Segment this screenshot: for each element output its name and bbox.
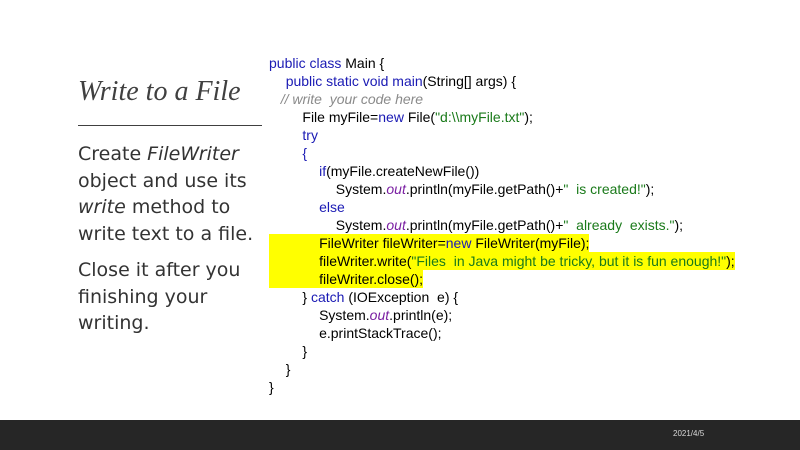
code-token: "d:\\myFile.txt" [435, 109, 525, 125]
code-token: fileWriter.write( [319, 253, 412, 269]
code-token: public class [269, 55, 346, 71]
highlighted-code-line: FileWriter fileWriter=new FileWriter(myF… [269, 234, 735, 252]
code-token: out [386, 217, 406, 233]
code-token: // write your code here [280, 91, 424, 107]
code-token: " is created!" [563, 181, 646, 197]
code-line: } [269, 360, 735, 378]
text: object and use its [78, 169, 247, 192]
code-token: ); [524, 109, 537, 125]
code-token: try [302, 127, 318, 143]
code-token: (String[] args) { [422, 73, 517, 89]
code-line-content: if(myFile.createNewFile()) [269, 162, 479, 180]
code-token: e.printStackTrace(); [319, 325, 442, 341]
code-line: File myFile=new File("d:\\myFile.txt"); [269, 108, 735, 126]
code-line-content: } [269, 342, 307, 360]
code-token: FileWriter(myFile); [475, 235, 590, 251]
code-line: public static void main(String[] args) { [269, 72, 735, 90]
code-line: System.out.println(myFile.getPath()+" is… [269, 180, 735, 198]
slide-body: Create FileWriter object and use its wri… [78, 141, 268, 347]
code-token: else [319, 199, 345, 215]
code-token: "Files in Java might be tricky, but it i… [411, 253, 727, 269]
slide-title: Write to a File [78, 76, 241, 107]
code-token: fileWriter.close(); [319, 271, 424, 287]
code-token: } [285, 361, 291, 377]
code-token: .println(myFile.getPath()+ [405, 181, 564, 197]
code-token: new [378, 109, 408, 125]
code-token: new [445, 235, 476, 251]
code-token: .println(e); [389, 307, 453, 323]
code-line-content: } [269, 360, 291, 378]
code-line: { [269, 144, 735, 162]
code-token: } [302, 289, 311, 305]
code-line: } [269, 342, 735, 360]
code-token: ); [726, 253, 735, 269]
code-token: public static void main [285, 73, 423, 89]
code-block: public class Main {public static void ma… [269, 54, 735, 396]
code-token: FileWriter fileWriter= [319, 235, 446, 251]
code-line: else [269, 198, 735, 216]
text: Create [78, 143, 148, 165]
code-line: public class Main { [269, 54, 735, 72]
code-line-content: System.out.println(myFile.getPath()+" is… [269, 180, 658, 198]
paragraph-2: Close it after you finishing your writin… [78, 259, 241, 334]
code-line: e.printStackTrace(); [269, 324, 735, 342]
code-line: System.out.println(myFile.getPath()+" al… [269, 216, 735, 234]
code-token: } [269, 379, 274, 395]
code-line-content: } catch (IOException e) { [269, 288, 458, 306]
code-token: } [302, 343, 308, 359]
code-line: } [269, 378, 735, 396]
code-token: out [386, 181, 406, 197]
highlighted-code-line: fileWriter.write("Files in Java might be… [269, 252, 735, 270]
code-token: catch [310, 289, 349, 305]
code-token: out [369, 307, 390, 323]
slide-date: 2021/4/5 [673, 429, 705, 438]
code-line-content: try [269, 126, 318, 144]
code-line-content: { [269, 144, 307, 162]
code-line: } catch (IOException e) { [269, 288, 735, 306]
code-line-content: public static void main(String[] args) { [269, 72, 516, 90]
code-line-content: fileWriter.close(); [269, 270, 424, 288]
title-divider [78, 125, 262, 126]
code-line-content: public class Main { [269, 54, 384, 72]
code-line-content: // write your code here [269, 90, 423, 108]
highlighted-code-line: fileWriter.close(); [269, 270, 735, 288]
code-line-content: System.out.println(myFile.getPath()+" al… [269, 216, 687, 234]
code-token: System. [335, 217, 387, 233]
code-token: File myFile= [302, 109, 379, 125]
code-token: { [302, 145, 308, 161]
code-token: ); [674, 217, 687, 233]
code-line-content: } [269, 378, 274, 396]
code-line: try [269, 126, 735, 144]
code-token: .println(myFile.getPath()+ [405, 217, 564, 233]
code-token: System. [335, 181, 387, 197]
code-line-content: File myFile=new File("d:\\myFile.txt"); [269, 108, 537, 126]
code-token: (myFile.createNewFile()) [326, 163, 480, 179]
code-token: (IOException e) { [348, 289, 459, 305]
code-line: System.out.println(e); [269, 306, 735, 324]
code-token: System. [319, 307, 370, 323]
emphasis-write: write [78, 196, 126, 218]
code-line-content: e.printStackTrace(); [269, 324, 442, 342]
code-line-content: FileWriter fileWriter=new FileWriter(myF… [269, 234, 590, 252]
footer-bar: 2021/4/5 [0, 420, 800, 450]
code-token: File( [407, 109, 436, 125]
code-line-content: else [269, 198, 345, 216]
code-token: Main { [345, 55, 385, 71]
code-line-content: System.out.println(e); [269, 306, 452, 324]
code-line: // write your code here [269, 90, 735, 108]
code-line-content: fileWriter.write("Files in Java might be… [269, 252, 735, 270]
code-token: ); [645, 181, 659, 197]
emphasis-filewriter: FileWriter [147, 143, 239, 165]
code-line: if(myFile.createNewFile()) [269, 162, 735, 180]
paragraph-1: Create FileWriter object and use its wri… [78, 141, 268, 247]
code-token: " already exists." [563, 217, 675, 233]
